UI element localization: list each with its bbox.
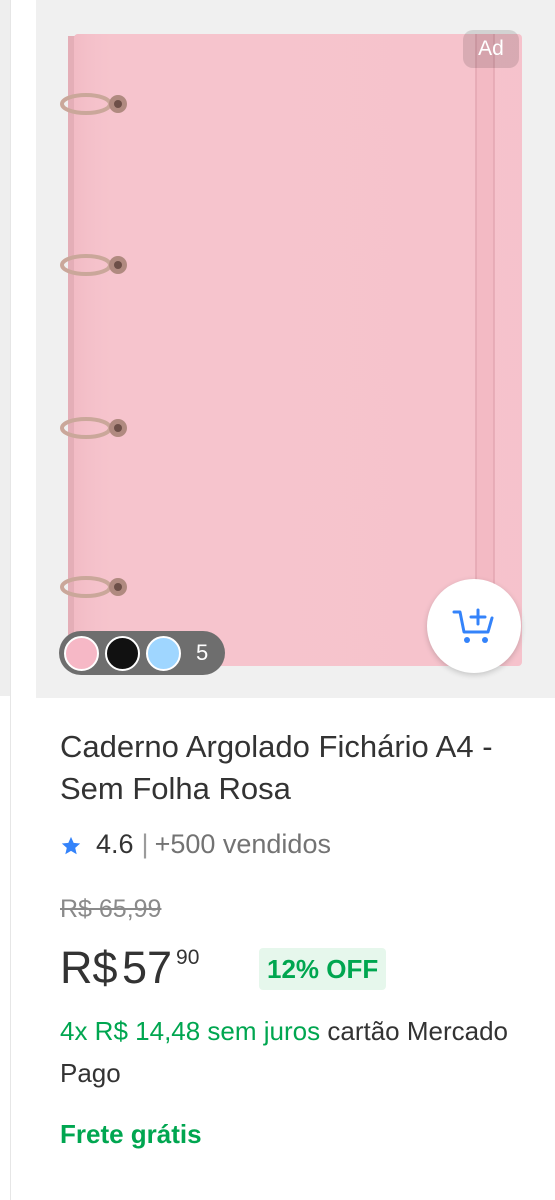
product-title[interactable]: Caderno Argolado Fichário A4 - Sem Folha… bbox=[60, 726, 540, 810]
current-price: R$ 57 90 bbox=[60, 938, 199, 998]
product-image[interactable]: Ad 5 bbox=[36, 0, 555, 698]
rating-separator: | bbox=[141, 829, 149, 859]
add-to-cart-button[interactable] bbox=[427, 579, 521, 673]
pink-swatch[interactable] bbox=[64, 636, 99, 671]
star-icon bbox=[61, 836, 81, 855]
sold-count: +500 vendidos bbox=[154, 829, 331, 859]
discount-badge: 12% OFF bbox=[259, 948, 387, 990]
rating-row: 4.6 | +500 vendidos bbox=[60, 826, 331, 862]
light-blue-swatch[interactable] bbox=[146, 636, 181, 671]
free-shipping-label: Frete grátis bbox=[60, 1119, 202, 1149]
price-currency: R$ bbox=[60, 942, 118, 993]
ad-badge: Ad bbox=[463, 30, 519, 68]
installments-highlight: 4x R$ 14,48 sem juros bbox=[60, 1016, 321, 1046]
previous-card-edge bbox=[0, 0, 11, 1200]
black-swatch[interactable] bbox=[105, 636, 140, 671]
installments-info: 4x R$ 14,48 sem juros cartão Mercado Pag… bbox=[60, 1010, 540, 1094]
price-integer: 57 bbox=[121, 942, 173, 993]
rating-value: 4.6 bbox=[96, 829, 134, 859]
more-colors-count[interactable]: 5 bbox=[196, 631, 208, 675]
price-cents: 90 bbox=[176, 946, 200, 969]
previous-card-image-edge bbox=[0, 0, 10, 696]
original-price: R$ 65,99 bbox=[60, 895, 162, 923]
product-card[interactable]: Ad 5 Caderno Argolado Fichário A4 - Sem … bbox=[36, 0, 555, 1200]
color-swatches[interactable]: 5 bbox=[59, 631, 225, 675]
add-to-cart-icon bbox=[452, 608, 494, 643]
